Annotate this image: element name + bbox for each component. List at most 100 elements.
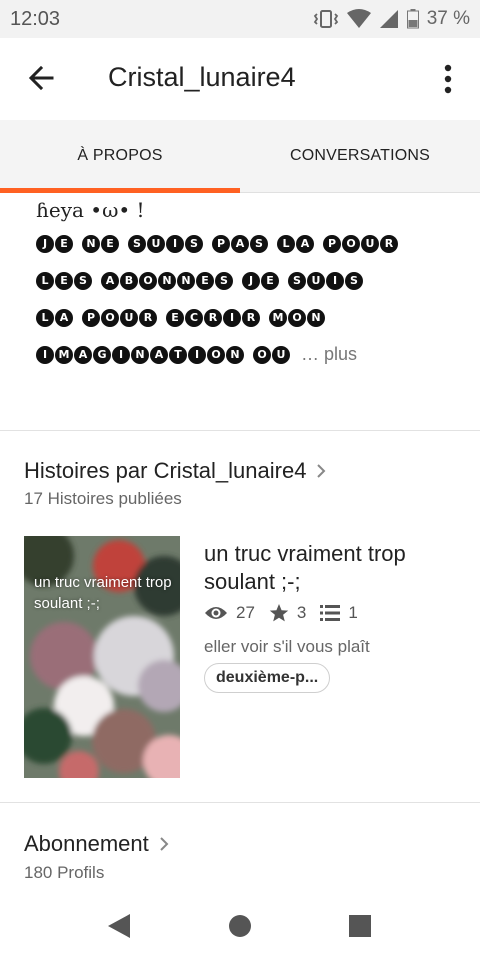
stories-section-header[interactable]: Histoires par Cristal_lunaire4	[24, 458, 326, 484]
bubble-letter: U	[272, 345, 290, 364]
bubble-letter: A	[150, 345, 168, 364]
bubble-letter: A	[74, 345, 92, 364]
status-time: 12:03	[10, 8, 61, 30]
bubble-letter: S	[288, 271, 306, 290]
bubble-letter: J	[36, 234, 54, 253]
bubble-letter: R	[380, 234, 398, 253]
parts-stat: 1	[320, 603, 358, 623]
following-title: Abonnement	[24, 831, 149, 856]
bubble-letter: I	[36, 345, 54, 364]
about-line: LAPOURECRIRMON	[36, 299, 456, 336]
about-word: JE	[36, 234, 74, 253]
bubble-letter: N	[226, 345, 244, 364]
vibrate-icon	[313, 10, 338, 28]
app-bar: Cristal_lunaire4	[0, 38, 480, 120]
bubble-letter: O	[342, 234, 360, 253]
about-word: MON	[269, 308, 326, 327]
bubble-letter: E	[196, 271, 214, 290]
bubble-letter: S	[185, 234, 203, 253]
bubble-letter: O	[288, 308, 306, 327]
story-cover[interactable]: un truc vraiment trop soulant ;-;	[24, 536, 180, 778]
about-word: SUIS	[288, 271, 364, 290]
bubble-letter: A	[231, 234, 249, 253]
bubble-letter: P	[82, 308, 100, 327]
about-word: SUIS	[128, 234, 204, 253]
bubble-letter: L	[36, 271, 54, 290]
story-cover-text: un truc vraiment trop soulant ;-;	[34, 574, 172, 612]
votes-count: 3	[296, 603, 307, 622]
story-tag[interactable]: deuxième-p...	[204, 663, 331, 693]
arrow-left-icon[interactable]	[24, 60, 60, 96]
bubble-letter: O	[207, 345, 225, 364]
bubble-letter: R	[204, 308, 222, 327]
reads-stat: 27	[204, 603, 255, 623]
bubble-letter: R	[139, 308, 157, 327]
bubble-letter: S	[215, 271, 233, 290]
chevron-right-icon	[317, 464, 326, 478]
bubble-letter: U	[120, 308, 138, 327]
chevron-right-icon	[160, 837, 169, 851]
bubble-letter: N	[131, 345, 149, 364]
bubble-letter: I	[166, 234, 184, 253]
bubble-letter: U	[147, 234, 165, 253]
bubble-letter: E	[55, 271, 73, 290]
bubble-letter: N	[307, 308, 325, 327]
bubble-letter: L	[277, 234, 295, 253]
bubble-letter: I	[326, 271, 344, 290]
bubble-letter: O	[139, 271, 157, 290]
about-word: LA	[277, 234, 315, 253]
star-icon	[269, 604, 289, 622]
bubble-letter: S	[128, 234, 146, 253]
following-section-header[interactable]: Abonnement	[24, 831, 169, 857]
bubble-letter: L	[36, 308, 54, 327]
about-description[interactable]: ɦeya •ω• ! JENESUISPASLAPOURLESABONNESJE…	[36, 195, 456, 373]
read-more-link[interactable]: … plus	[301, 344, 357, 365]
bubble-letter: O	[101, 308, 119, 327]
eye-icon	[205, 607, 227, 619]
bubble-letter: R	[242, 308, 260, 327]
about-word: ECRIR	[166, 308, 261, 327]
tab-conversations-label: CONVERSATIONS	[289, 147, 431, 164]
triangle-back-icon[interactable]	[104, 910, 136, 942]
story-description: eller voir s'il vous plaît	[204, 637, 370, 656]
bubble-letter: T	[169, 345, 187, 364]
bubble-letter: S	[74, 271, 92, 290]
bubble-letter: B	[120, 271, 138, 290]
bubble-letter: G	[93, 345, 111, 364]
bubble-letter: A	[101, 271, 119, 290]
stories-count: 17 Histoires publiées	[24, 489, 182, 508]
more-vertical-icon[interactable]	[442, 62, 454, 98]
bubble-letter: J	[242, 271, 260, 290]
bubble-letter: S	[250, 234, 268, 253]
about-line: I M A G I N A T I O N O U… plus	[36, 336, 456, 373]
story-title[interactable]: un truc vraiment trop soulant ;-;	[204, 540, 464, 596]
bubble-letter: A	[55, 308, 73, 327]
bubble-letter: U	[361, 234, 379, 253]
system-nav-bar	[0, 896, 480, 960]
divider	[0, 802, 480, 803]
battery-percent: 37 %	[426, 8, 470, 29]
tab-bar: À PROPOS CONVERSATIONS	[0, 120, 480, 193]
bubble-letter: S	[345, 271, 363, 290]
about-word: NE	[82, 234, 120, 253]
bubble-letter: N	[158, 271, 176, 290]
tab-about[interactable]: À PROPOS	[0, 120, 240, 193]
bubble-letter: E	[55, 234, 73, 253]
bubble-letter: N	[177, 271, 195, 290]
status-bar: 12:03 37 %	[0, 0, 480, 38]
reads-count: 27	[236, 603, 255, 622]
about-word: IMAGINATION	[36, 345, 245, 364]
about-line: JENESUISPASLAPOUR	[36, 225, 456, 262]
circle-home-icon[interactable]	[224, 910, 256, 942]
tab-conversations[interactable]: CONVERSATIONS	[240, 120, 480, 192]
votes-stat: 3	[269, 603, 306, 623]
bubble-letter: A	[296, 234, 314, 253]
about-word: PAS	[212, 234, 269, 253]
bubble-letter: U	[307, 271, 325, 290]
bubble-letter: P	[212, 234, 230, 253]
bubble-letter: O	[253, 345, 271, 364]
square-recent-icon[interactable]	[344, 910, 376, 942]
bubble-letter: I	[112, 345, 130, 364]
page-title: Cristal_lunaire4	[108, 62, 296, 92]
signal-icon	[379, 10, 398, 28]
